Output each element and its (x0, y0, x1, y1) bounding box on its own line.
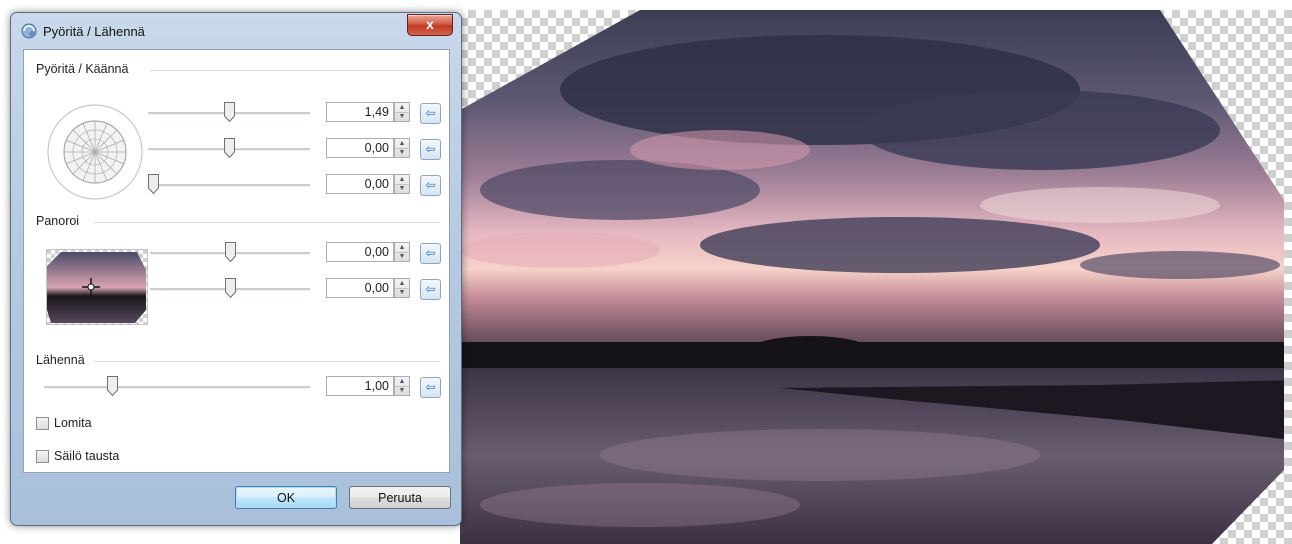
pan-vertical-field[interactable]: 0,00 (326, 278, 394, 298)
ok-button[interactable]: OK (235, 486, 337, 509)
keep-background-label[interactable]: Säilö tausta (54, 449, 119, 463)
dialog-content: Pyöritä / Käännä 1,49 ▲ ▼ ⇦ 0,00 ▲ ▼ ⇦ 0… (23, 49, 450, 473)
spin-arrows[interactable]: ▲ ▼ (394, 174, 410, 194)
reset-arrow-icon[interactable]: ⇦ (420, 103, 441, 124)
keep-background-checkbox[interactable] (36, 450, 49, 463)
tilt-value-field[interactable]: 0,00 (326, 138, 394, 158)
zoom-value-field[interactable]: 1,00 (326, 376, 394, 396)
spin-arrows[interactable]: ▲ ▼ (394, 138, 410, 158)
spin-down-icon[interactable]: ▼ (395, 184, 409, 193)
pan-horizontal-slider[interactable] (150, 242, 310, 264)
slider-thumb[interactable] (225, 242, 236, 262)
section-divider (150, 70, 440, 71)
interlace-checkbox[interactable] (36, 417, 49, 430)
slider-thumb[interactable] (225, 278, 236, 298)
rotation-dial[interactable] (46, 103, 144, 201)
pan-vertical-slider[interactable] (150, 278, 310, 300)
pan-horizontal-field[interactable]: 0,00 (326, 242, 394, 262)
title-bar[interactable]: Pyöritä / Lähennä x (11, 13, 461, 49)
zoom-section-label: Lähennä (36, 353, 85, 367)
slider-thumb[interactable] (107, 376, 118, 396)
close-button[interactable]: x (407, 14, 453, 36)
spin-down-icon[interactable]: ▼ (395, 386, 409, 395)
spin-arrows[interactable]: ▲ ▼ (394, 242, 410, 262)
interlace-label[interactable]: Lomita (54, 416, 92, 430)
spin-arrows[interactable]: ▲ ▼ (394, 102, 410, 122)
pan-preview[interactable] (46, 249, 148, 325)
spin-down-icon[interactable]: ▼ (395, 252, 409, 261)
cancel-button[interactable]: Peruuta (349, 486, 451, 509)
slider-thumb[interactable] (148, 174, 159, 194)
slider-track (148, 184, 310, 187)
spin-down-icon[interactable]: ▼ (395, 288, 409, 297)
pan-vertical-spinner[interactable]: 0,00 ▲ ▼ (326, 278, 412, 300)
tilt-value-spinner[interactable]: 0,00 ▲ ▼ (326, 138, 412, 160)
tilt-slider[interactable] (148, 138, 310, 160)
spin-down-icon[interactable]: ▼ (395, 148, 409, 157)
reset-arrow-icon[interactable]: ⇦ (420, 279, 441, 300)
reset-arrow-icon[interactable]: ⇦ (420, 243, 441, 264)
spin-arrows[interactable]: ▲ ▼ (394, 278, 410, 298)
reset-arrow-icon[interactable]: ⇦ (420, 377, 441, 398)
reset-arrow-icon[interactable]: ⇦ (420, 139, 441, 160)
dialog-title: Pyöritä / Lähennä (43, 24, 145, 39)
slider-track (44, 386, 310, 389)
flip-value-field[interactable]: 0,00 (326, 174, 394, 194)
rotate-value-field[interactable]: 1,49 (326, 102, 394, 122)
spin-arrows[interactable]: ▲ ▼ (394, 376, 410, 396)
rotate-zoom-dialog: Pyöritä / Lähennä x Pyöritä / Käännä 1,4… (10, 12, 462, 526)
zoom-slider[interactable] (44, 376, 310, 398)
rotate-zoom-icon (21, 23, 37, 39)
spin-down-icon[interactable]: ▼ (395, 112, 409, 121)
section-divider (94, 222, 440, 223)
pan-horizontal-spinner[interactable]: 0,00 ▲ ▼ (326, 242, 412, 264)
rotate-slider[interactable] (148, 102, 310, 124)
rotate-value-spinner[interactable]: 1,49 ▲ ▼ (326, 102, 412, 124)
flip-slider[interactable] (148, 174, 310, 196)
reset-arrow-icon[interactable]: ⇦ (420, 175, 441, 196)
zoom-value-spinner[interactable]: 1,00 ▲ ▼ (326, 376, 412, 398)
pan-section-label: Panoroi (36, 214, 80, 228)
section-divider (94, 361, 440, 362)
flip-value-spinner[interactable]: 0,00 ▲ ▼ (326, 174, 412, 196)
rotate-section-label: Pyöritä / Käännä (36, 62, 129, 76)
slider-thumb[interactable] (224, 138, 235, 158)
slider-thumb[interactable] (224, 102, 235, 122)
